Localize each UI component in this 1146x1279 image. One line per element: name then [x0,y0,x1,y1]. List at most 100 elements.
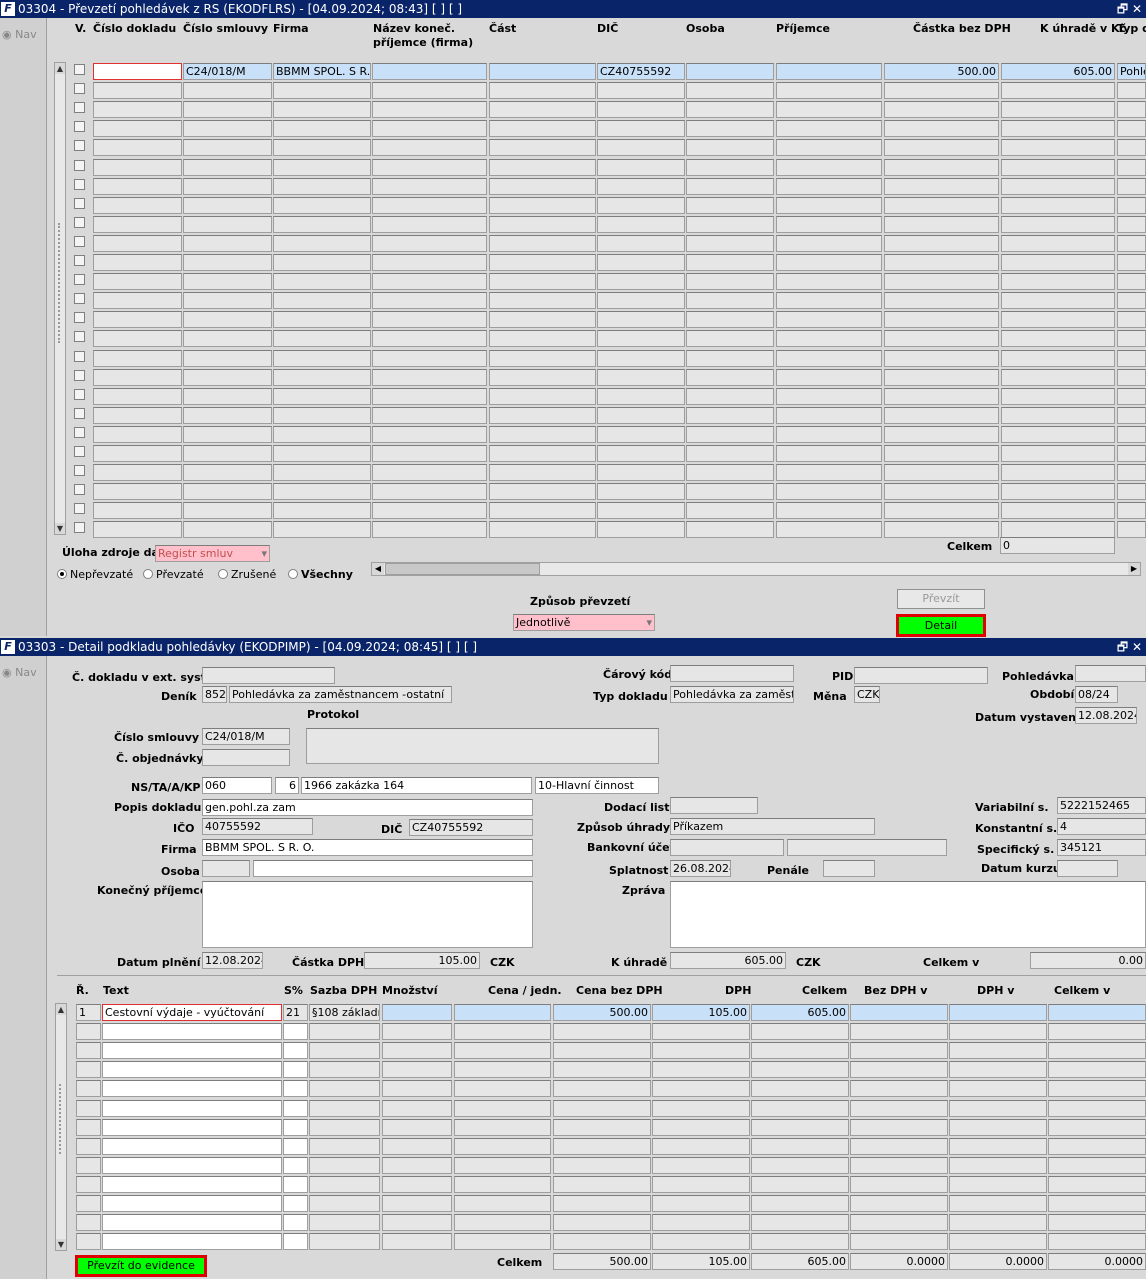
grid1-cell-typ[interactable] [1117,406,1146,424]
grid1-cell-firma[interactable] [273,234,371,252]
grid1-cell-cislo_smlouvy[interactable] [183,120,272,138]
grid1-cell-typ[interactable] [1117,120,1146,138]
datum-plneni-field[interactable]: 12.08.2024 [202,952,263,969]
grid2-cell-bez_dph_v[interactable] [850,1080,948,1098]
grid1-cell-cislo_dokladu[interactable] [93,196,182,214]
grid1-cell-prijemce[interactable] [776,82,882,100]
grid2-vertical-scrollbar[interactable]: ▲ ▼ [55,1003,67,1251]
window1-controls[interactable]: 🗗 ✕ [1117,0,1142,18]
grid1-cell-cislo_smlouvy[interactable] [183,311,272,329]
grid1-cell-cast[interactable] [489,292,596,310]
grid1-cell-nazev[interactable] [372,349,487,367]
grid1-cell-firma[interactable] [273,177,371,195]
grid2-cell-s[interactable] [283,1214,308,1232]
dodaci-list-field[interactable] [670,797,758,814]
grid2-cell-cena_bez_dph[interactable] [553,1175,651,1193]
grid1-cell-castka_bez_dph[interactable] [884,502,999,520]
grid2-cell-cena_jedn[interactable] [454,1118,551,1136]
grid1-cell-nazev[interactable] [372,292,487,310]
grid2-cell-text[interactable] [102,1175,282,1193]
grid1-cell-k_uhrade[interactable] [1001,158,1115,176]
grid1-cell-cislo_dokladu[interactable] [93,425,182,443]
pid-field[interactable] [854,667,988,684]
grid2-cell-dph[interactable] [652,1023,750,1041]
grid1-cell-cislo_smlouvy[interactable] [183,406,272,424]
grid2-cell-celkem_v[interactable] [1048,1004,1146,1021]
grid2-cell-text[interactable] [102,1118,282,1136]
grid1-cell-osoba[interactable] [686,349,774,367]
grid2-cell-s[interactable] [283,1233,308,1251]
grid1-cell-prijemce[interactable] [776,177,882,195]
grid2-cell-dph_v[interactable] [949,1023,1047,1041]
grid2-cell-dph_v[interactable] [949,1137,1047,1155]
grid1-cell-firma[interactable] [273,368,371,386]
row-checkbox[interactable] [74,216,85,228]
grid2-cell-dph[interactable] [652,1195,750,1212]
grid1-cell-osoba[interactable] [686,311,774,329]
grid1-cell-castka_bez_dph[interactable] [884,177,999,195]
grid1-cell-k_uhrade[interactable] [1001,234,1115,252]
grid1-cell-firma[interactable] [273,445,371,462]
row-checkbox[interactable] [74,64,85,75]
grid2-cell-r[interactable] [76,1080,101,1098]
grid2-cell-cena_bez_dph[interactable] [553,1080,651,1098]
row-checkbox[interactable] [74,350,85,362]
c-dokladu-ext-field[interactable] [202,667,335,684]
grid1-cell-dic[interactable] [597,196,685,214]
grid2-cell-s[interactable] [283,1156,308,1174]
grid1-cell-osoba[interactable] [686,63,774,80]
grid1-cell-cislo_smlouvy[interactable] [183,387,272,405]
grid1-cell-cast[interactable] [489,82,596,100]
grid2-cell-mnozstvi[interactable] [382,1214,452,1232]
grid1-cell-nazev[interactable] [372,273,487,291]
grid1-cell-cislo_dokladu[interactable] [93,292,182,310]
grid1-cell-firma[interactable] [273,292,371,310]
grid2-cell-cena_bez_dph[interactable] [553,1042,651,1060]
grid2-cell-dph[interactable] [652,1099,750,1117]
grid2-cell-sazba[interactable] [309,1233,380,1251]
grid2-cell-cena_bez_dph[interactable] [553,1118,651,1136]
row-checkbox[interactable] [74,522,85,534]
grid1-cell-firma[interactable] [273,158,371,176]
grid1-cell-nazev[interactable] [372,139,487,157]
grid1-cell-castka_bez_dph[interactable] [884,196,999,214]
row-checkbox[interactable] [74,140,85,152]
grid2-cell-celkem_v[interactable] [1048,1042,1146,1060]
grid2-cell-bez_dph_v[interactable] [850,1137,948,1155]
radio-zrusene[interactable] [218,569,228,579]
grid1-cell-cislo_smlouvy[interactable] [183,158,272,176]
ico-field[interactable]: 40755592 [202,818,313,835]
grid1-cell-k_uhrade[interactable] [1001,464,1115,482]
grid2-cell-dph_v[interactable] [949,1042,1047,1060]
grid2-cell-celkem[interactable] [751,1156,849,1174]
grid1-cell-cislo_dokladu[interactable] [93,387,182,405]
grid1-cell-typ[interactable] [1117,273,1146,291]
grid2-cell-celkem_v[interactable] [1048,1080,1146,1098]
kp-field[interactable]: 10-Hlavní činnost [535,777,659,794]
grid2-cell-s[interactable] [283,1195,308,1212]
grid1-cell-osoba[interactable] [686,387,774,405]
grid1-cell-castka_bez_dph[interactable] [884,483,999,501]
grid1-cell-castka_bez_dph[interactable] [884,139,999,157]
grid1-cell-osoba[interactable] [686,368,774,386]
grid2-cell-r[interactable] [76,1099,101,1117]
grid1-cell-prijemce[interactable] [776,63,882,80]
grid1-cell-cast[interactable] [489,215,596,233]
grid2-cell-dph_v[interactable] [949,1099,1047,1117]
pohledavka-field[interactable] [1075,665,1146,682]
zpusob-uhrady-field[interactable]: Příkazem [670,818,875,835]
grid1-cell-cislo_dokladu[interactable] [93,406,182,424]
grid1-cell-nazev[interactable] [372,254,487,271]
scroll-thumb[interactable] [59,1084,63,1154]
grid2-cell-cena_bez_dph[interactable] [553,1137,651,1155]
grid1-cell-k_uhrade[interactable] [1001,82,1115,100]
grid1-cell-nazev[interactable] [372,464,487,482]
grid1-cell-osoba[interactable] [686,82,774,100]
row-checkbox[interactable] [74,407,85,419]
grid1-cell-dic[interactable] [597,101,685,119]
grid2-cell-cena_bez_dph[interactable] [553,1023,651,1041]
grid1-cell-firma[interactable] [273,483,371,501]
grid1-cell-firma[interactable] [273,349,371,367]
grid1-cell-firma[interactable] [273,196,371,214]
grid1-cell-castka_bez_dph[interactable] [884,425,999,443]
